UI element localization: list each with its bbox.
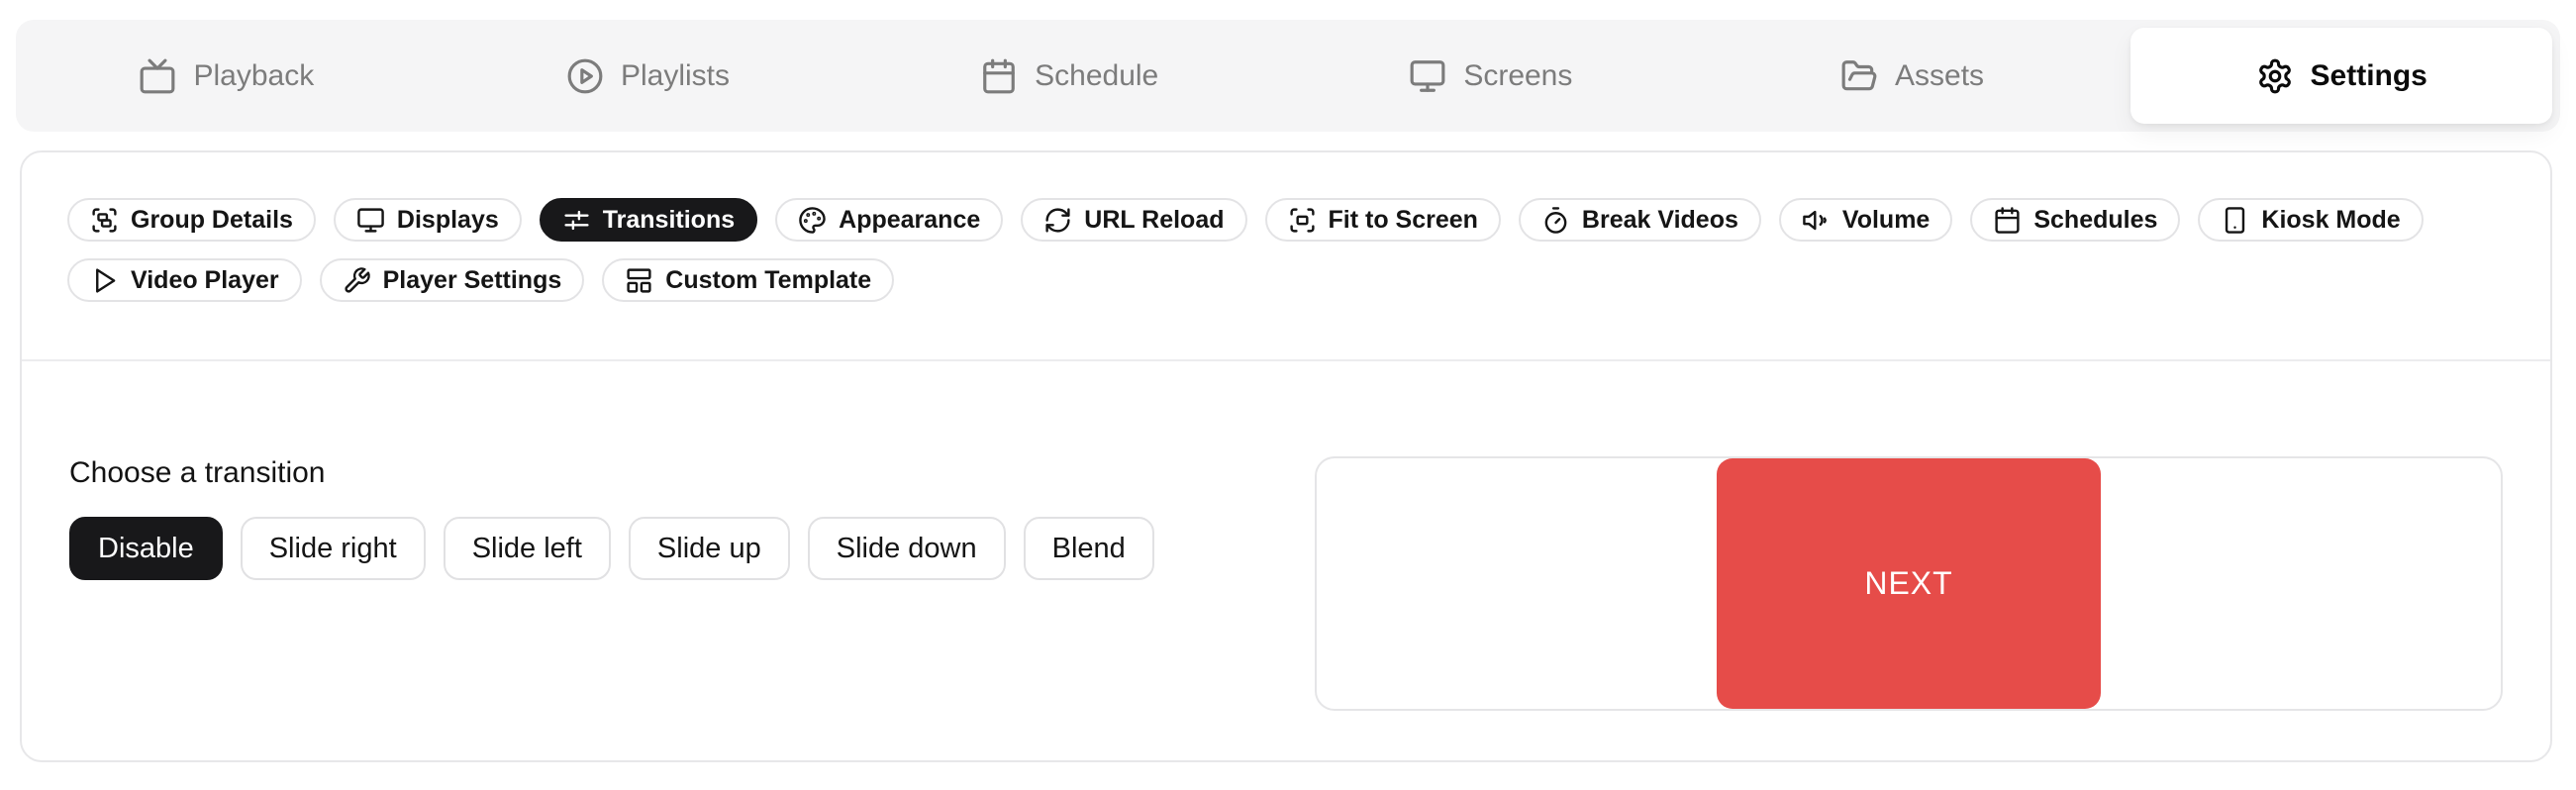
calendar-icon bbox=[1993, 206, 2022, 235]
transition-option-blend[interactable]: Blend bbox=[1024, 517, 1154, 580]
pill-label: Break Videos bbox=[1582, 206, 1738, 235]
refresh-icon bbox=[1043, 206, 1072, 235]
tab-settings[interactable]: Settings bbox=[2130, 28, 2552, 124]
gear-icon bbox=[2256, 57, 2294, 95]
subnav-row-2: Video Player Player Settings Custom Temp… bbox=[67, 258, 2505, 302]
pill-label: Video Player bbox=[131, 266, 279, 295]
layout-template-icon bbox=[625, 266, 653, 295]
subnav-row-1: Group Details Displays Transitions Appea… bbox=[67, 198, 2505, 242]
pill-label: Player Settings bbox=[383, 266, 562, 295]
transitions-panel: Choose a transition Disable Slide right … bbox=[22, 361, 2550, 711]
pill-break-videos[interactable]: Break Videos bbox=[1519, 198, 1761, 242]
monitor-icon bbox=[1409, 57, 1446, 95]
settings-subnav: Group Details Displays Transitions Appea… bbox=[22, 152, 2550, 361]
tab-label: Screens bbox=[1463, 59, 1572, 93]
tab-screens[interactable]: Screens bbox=[1280, 20, 1702, 132]
tab-label: Assets bbox=[1895, 59, 1984, 93]
pill-label: Fit to Screen bbox=[1329, 206, 1478, 235]
tablet-icon bbox=[2221, 206, 2249, 235]
pill-label: Transitions bbox=[603, 206, 735, 235]
transition-option-slide-left[interactable]: Slide left bbox=[444, 517, 611, 580]
tab-label: Playback bbox=[193, 59, 314, 93]
fullscreen-icon bbox=[1288, 206, 1317, 235]
group-icon bbox=[90, 206, 119, 235]
tv-icon bbox=[139, 57, 176, 95]
pill-label: Group Details bbox=[131, 206, 293, 235]
wrench-icon bbox=[343, 266, 371, 295]
transition-option-slide-up[interactable]: Slide up bbox=[629, 517, 790, 580]
app-window: Playback Playlists Schedule Screens Asse… bbox=[0, 0, 2576, 790]
calendar-icon bbox=[980, 57, 1018, 95]
top-nav: Playback Playlists Schedule Screens Asse… bbox=[16, 20, 2560, 132]
transition-option-slide-right[interactable]: Slide right bbox=[241, 517, 426, 580]
folder-open-icon bbox=[1840, 57, 1878, 95]
pill-video-player[interactable]: Video Player bbox=[67, 258, 302, 302]
pill-label: Displays bbox=[397, 206, 499, 235]
transition-option-disable[interactable]: Disable bbox=[69, 517, 223, 580]
transition-option-slide-down[interactable]: Slide down bbox=[808, 517, 1006, 580]
tab-playback[interactable]: Playback bbox=[16, 20, 438, 132]
pill-volume[interactable]: Volume bbox=[1779, 198, 1952, 242]
tab-label: Playlists bbox=[621, 59, 730, 93]
pill-label: Volume bbox=[1842, 206, 1930, 235]
pill-appearance[interactable]: Appearance bbox=[775, 198, 1003, 242]
pill-label: URL Reload bbox=[1084, 206, 1224, 235]
pill-group-details[interactable]: Group Details bbox=[67, 198, 316, 242]
pill-label: Custom Template bbox=[665, 266, 871, 295]
pill-displays[interactable]: Displays bbox=[334, 198, 522, 242]
tab-label: Schedule bbox=[1035, 59, 1158, 93]
play-icon bbox=[90, 266, 119, 295]
pill-schedules[interactable]: Schedules bbox=[1970, 198, 2180, 242]
pill-custom-template[interactable]: Custom Template bbox=[602, 258, 894, 302]
pill-kiosk-mode[interactable]: Kiosk Mode bbox=[2198, 198, 2423, 242]
pill-player-settings[interactable]: Player Settings bbox=[320, 258, 585, 302]
pill-fit-to-screen[interactable]: Fit to Screen bbox=[1265, 198, 1501, 242]
pill-label: Schedules bbox=[2033, 206, 2157, 235]
tab-playlists[interactable]: Playlists bbox=[438, 20, 859, 132]
pill-label: Appearance bbox=[839, 206, 980, 235]
preview-next-box: NEXT bbox=[1717, 458, 2101, 709]
section-heading: Choose a transition bbox=[69, 456, 1315, 490]
tab-label: Settings bbox=[2311, 59, 2427, 93]
transition-chooser: Choose a transition Disable Slide right … bbox=[69, 456, 1315, 580]
pill-url-reload[interactable]: URL Reload bbox=[1021, 198, 1246, 242]
sliders-icon bbox=[562, 206, 591, 235]
tab-assets[interactable]: Assets bbox=[1702, 20, 2124, 132]
tab-schedule[interactable]: Schedule bbox=[858, 20, 1280, 132]
pill-label: Kiosk Mode bbox=[2261, 206, 2400, 235]
timer-icon bbox=[1541, 206, 1570, 235]
monitor-icon bbox=[356, 206, 385, 235]
transition-options: Disable Slide right Slide left Slide up … bbox=[69, 517, 1315, 580]
pill-transitions[interactable]: Transitions bbox=[540, 198, 757, 242]
settings-card: Group Details Displays Transitions Appea… bbox=[20, 150, 2552, 762]
volume-icon bbox=[1802, 206, 1831, 235]
play-circle-icon bbox=[566, 57, 604, 95]
palette-icon bbox=[798, 206, 827, 235]
transition-preview: NEXT bbox=[1315, 456, 2503, 711]
